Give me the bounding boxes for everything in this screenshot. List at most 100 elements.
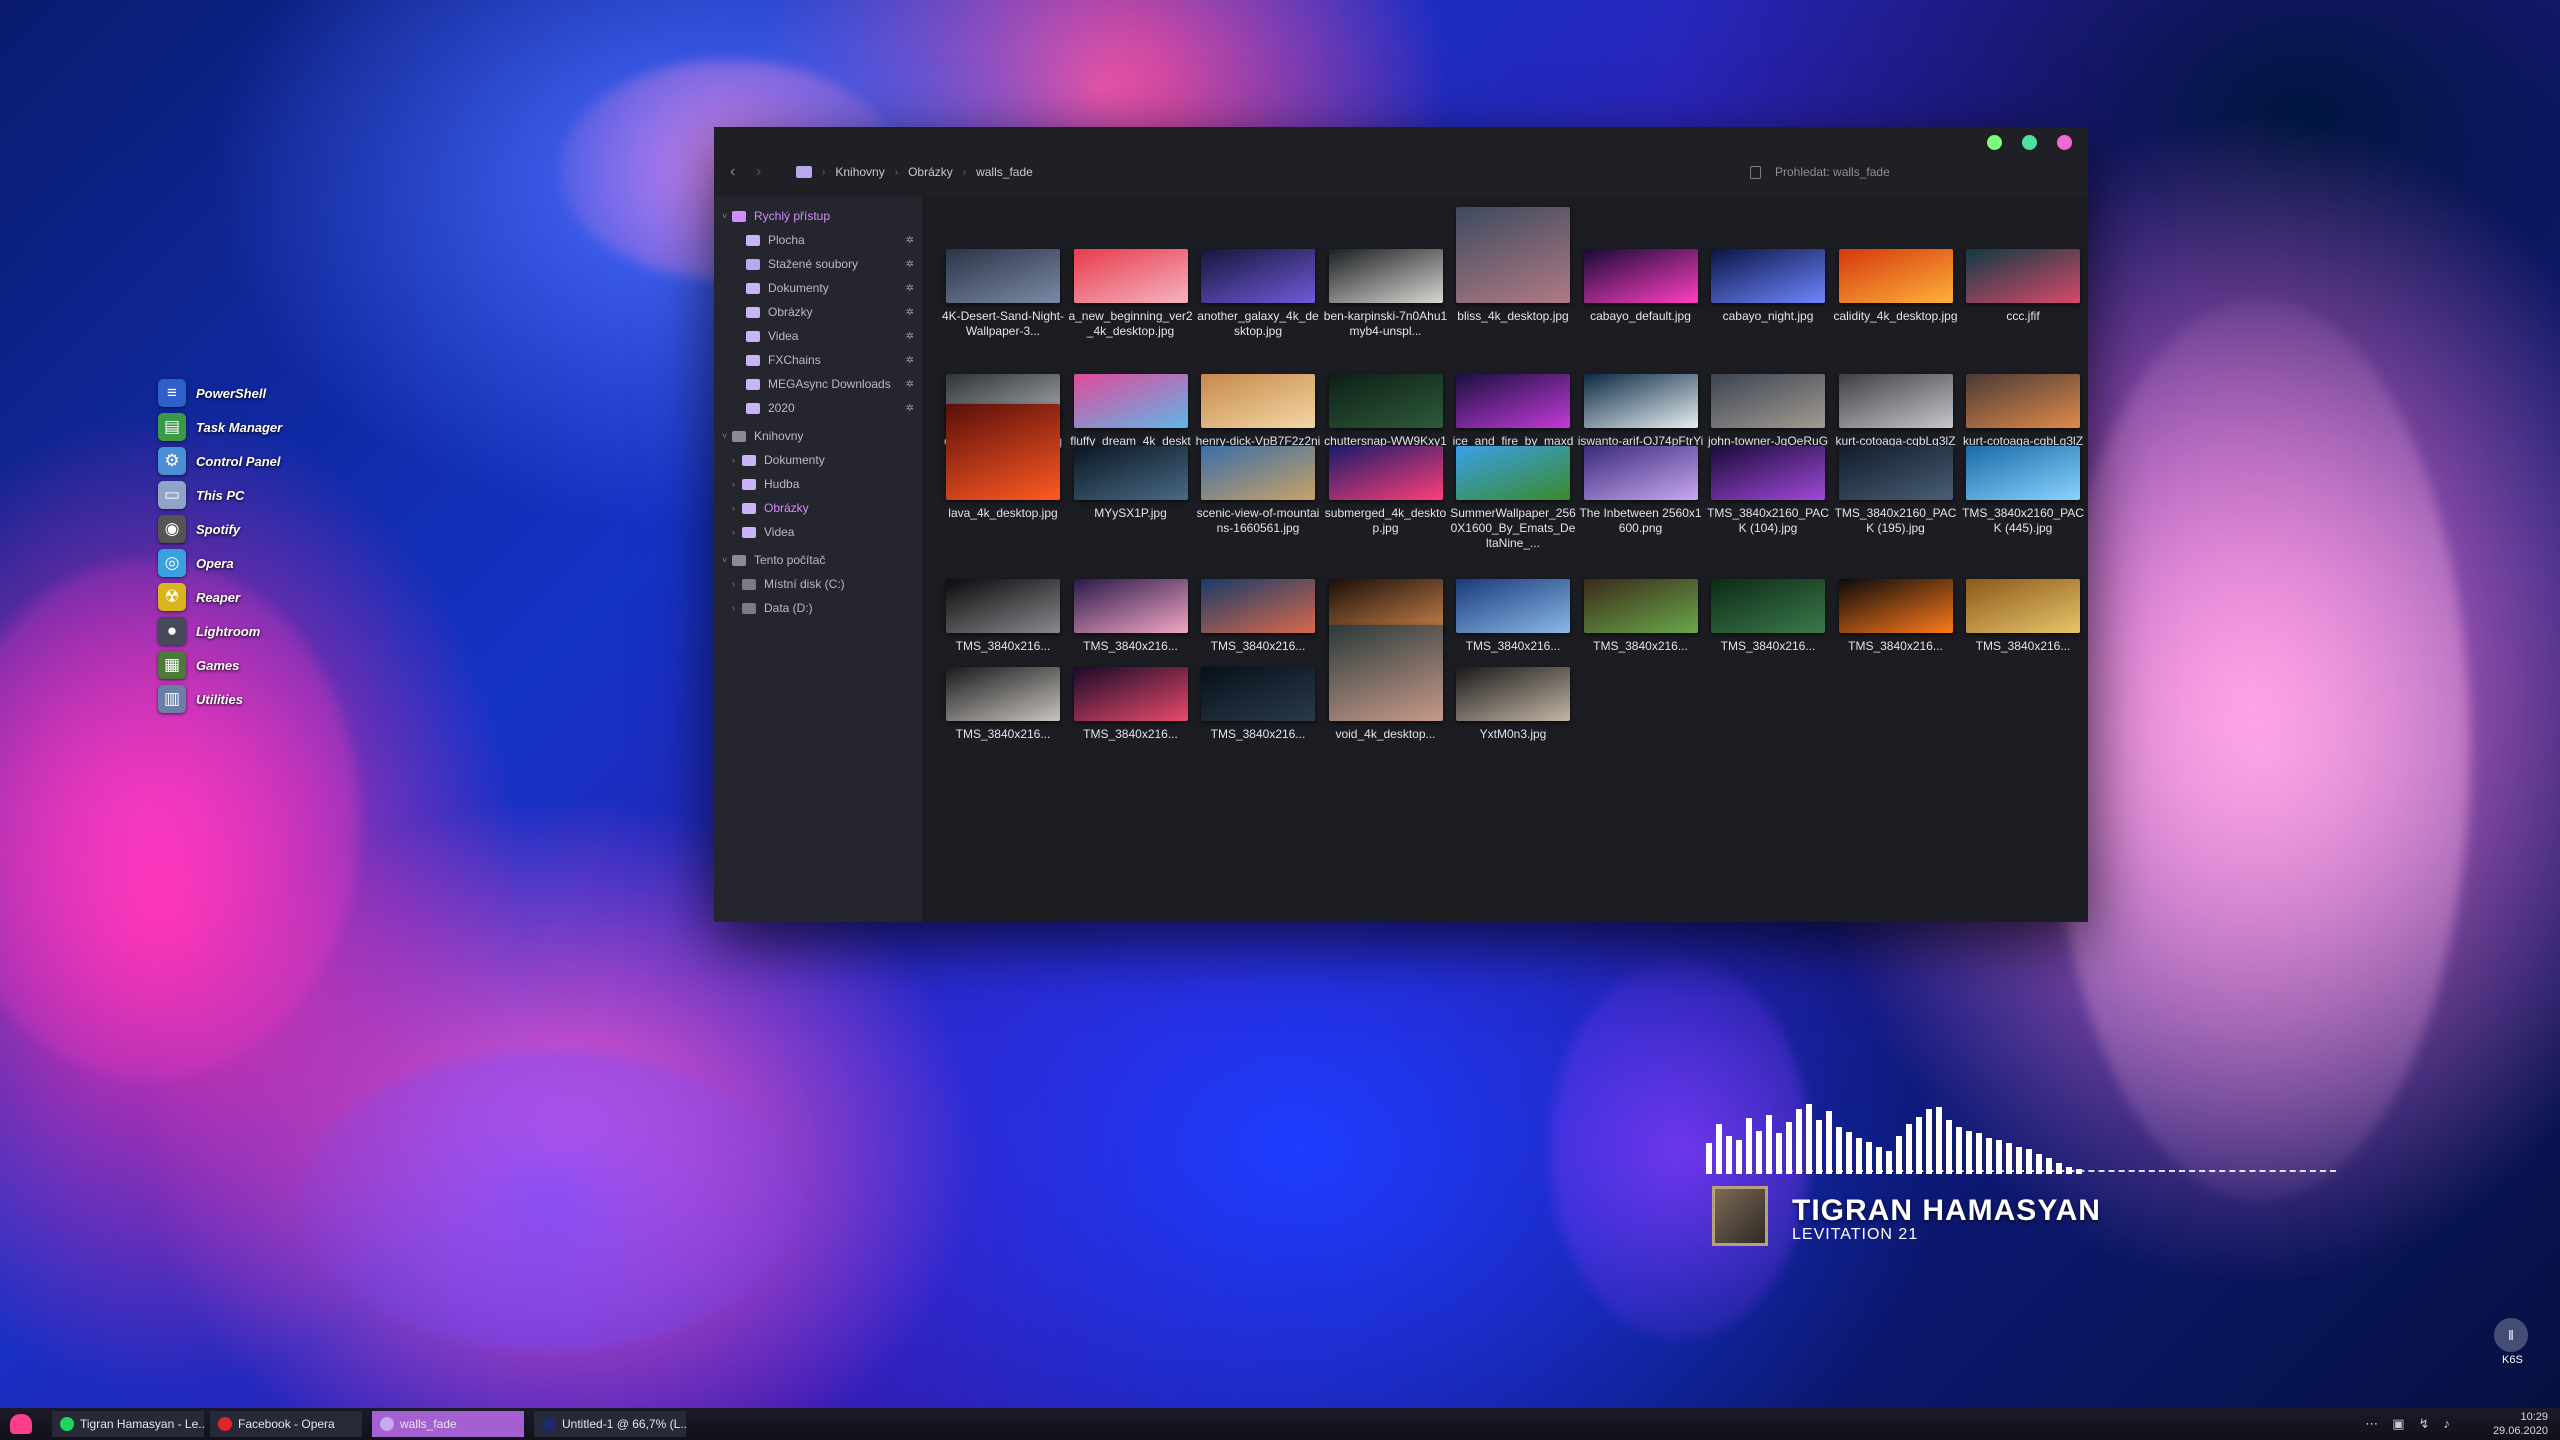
sidebar-item[interactable]: › Hudba [732,477,914,491]
audio-visualizer [1706,1080,2186,1174]
image-preview [1456,667,1570,721]
sidebar-item[interactable]: FXChains ✲ [736,353,914,367]
visualizer-bar [1806,1104,1812,1174]
sidebar-item[interactable]: ˅ Tento počítač [722,553,914,567]
chevron-icon[interactable]: › [732,579,742,589]
sidebar-item[interactable]: ˅ Rychlý přístup [722,209,914,223]
image-preview [1456,374,1570,428]
shortcut-label: Control Panel [196,453,281,469]
volume-icon[interactable]: ♪ [2444,1416,2451,1432]
file-name: cabayo_night.jpg [1722,309,1814,323]
chevron-icon[interactable]: ˅ [722,431,732,441]
visualizer-bar [1786,1122,1792,1174]
taskbar-app-button[interactable]: Facebook - Opera [210,1411,362,1437]
overflow-icon[interactable]: ⋯ [2365,1416,2378,1432]
image-preview [946,579,1060,633]
desktop-shortcut[interactable]: ▤ Task Manager [158,410,282,444]
desktop-shortcut[interactable]: ● Lightroom [158,614,282,648]
visualizer-bar [1716,1124,1722,1174]
sidebar-item-label: Obrázky [764,501,809,515]
desktop-shortcut[interactable]: ≡ PowerShell [158,376,282,410]
download-icon [746,258,760,270]
clock[interactable]: 10:29 29.06.2020 [2493,1410,2548,1438]
sidebar-item[interactable]: ˅ Knihovny [722,429,914,443]
corner-widget-icon[interactable]: ‖ [2494,1318,2528,1352]
system-tray: ⋯ ▣ ↯ ♪ [2365,1416,2450,1432]
toolbox-icon: ▥ [158,685,186,713]
breadcrumb-separator: › [894,166,899,178]
file-name: TMS_3840x216... [1083,639,1178,653]
breadcrumb-separator: › [822,166,826,178]
search-box[interactable]: Prohledat: walls_fade [1750,165,1890,179]
file-name: TMS_3840x216... [1210,727,1306,741]
app-icon [542,1417,556,1431]
file-name: TMS_3840x2160_PACK (195).jpg [1834,506,1957,535]
globe-icon: ◎ [158,549,186,577]
maximize-button[interactable] [2022,135,2037,150]
app-icon [218,1417,232,1431]
visualizer-bar [1966,1131,1972,1174]
desktop-shortcut[interactable]: ◉ Spotify [158,512,282,546]
sidebar-item[interactable]: › Dokumenty [732,453,914,467]
visualizer-bar [1766,1115,1772,1174]
visualizer-bar [1946,1120,1952,1174]
visualizer-bar [1896,1136,1902,1174]
network-icon[interactable]: ▣ [2392,1416,2404,1432]
chevron-icon[interactable]: › [732,603,742,613]
sidebar-item[interactable]: Stažené soubory ✲ [736,257,914,271]
image-preview [1838,249,1953,303]
close-button[interactable] [2057,135,2072,150]
usb-icon[interactable]: ↯ [2419,1416,2430,1432]
sidebar-item[interactable]: Dokumenty ✲ [736,281,914,295]
file-name: The Inbetween 2560x1600.png [1579,506,1702,535]
forward-arrow-icon[interactable]: › [756,163,761,181]
sidebar-item[interactable]: MEGAsync Downloads ✲ [736,377,914,391]
pictures-icon [742,502,756,514]
desktop-shortcut[interactable]: ▥ Utilities [158,682,282,716]
visualizer-bar [1916,1117,1922,1174]
shortcut-label: Spotify [196,521,241,537]
back-arrow-icon[interactable]: ‹ [730,163,735,181]
shortcut-label: Lightroom [196,623,261,639]
window-controls [1987,135,2072,150]
sidebar-item[interactable]: Obrázky ✲ [736,305,914,319]
image-preview [1711,446,1825,500]
chevron-icon[interactable]: › [732,455,742,465]
chevron-icon[interactable]: › [732,527,742,537]
chevron-icon[interactable]: › [732,503,742,513]
sidebar-item[interactable]: › Místní disk (C:) [732,577,914,591]
sidebar-item[interactable]: 2020 ✲ [736,401,914,415]
breadcrumb-item-walls-fade[interactable]: walls_fade [976,165,1033,179]
visualizer-bar [1776,1133,1782,1174]
desktop-shortcut[interactable]: ◎ Opera [158,546,282,580]
file-name: SummerWallpaper_2560X1600_By_Emats_Delta… [1450,506,1576,550]
wallpaper-swirl [2050,300,2470,1200]
sidebar-item[interactable]: Plocha ✲ [736,233,914,247]
folder-icon [746,378,760,390]
sidebar-item[interactable]: › Obrázky [732,501,914,515]
desktop-shortcut[interactable]: ⚙ Control Panel [158,444,282,478]
image-preview [1201,667,1315,721]
music-icon [742,478,756,490]
sidebar-item[interactable]: › Videa [732,525,914,539]
minimize-button[interactable] [1987,135,2002,150]
desktop-shortcut[interactable]: ☢ Reaper [158,580,282,614]
desktop-shortcut[interactable]: ▭ This PC [158,478,282,512]
breadcrumb-item-obrazky[interactable]: Obrázky [908,165,953,179]
chevron-icon[interactable]: ˅ [722,555,732,565]
file-name: TMS_3840x216... [1083,727,1178,741]
desktop-shortcut[interactable]: ▦ Games [158,648,282,682]
breadcrumb-item-knihovny[interactable]: Knihovny [835,165,884,179]
pin-icon: ✲ [905,330,914,342]
chevron-icon[interactable]: › [732,479,742,489]
pin-icon: ✲ [905,258,914,270]
taskbar-app-button[interactable]: Tigran Hamasyan - Le... [52,1411,204,1437]
search-input[interactable]: Prohledat: walls_fade [1775,165,1890,179]
taskbar-app-button[interactable]: walls_fade [372,1411,524,1437]
start-button[interactable] [10,1414,32,1434]
album-cover [1712,1186,1768,1246]
chevron-icon[interactable]: ˅ [722,211,732,221]
taskbar-app-button[interactable]: Untitled-1 @ 66,7% (L... [534,1411,686,1437]
sidebar-item[interactable]: › Data (D:) [732,601,914,615]
sidebar-item[interactable]: Videa ✲ [736,329,914,343]
